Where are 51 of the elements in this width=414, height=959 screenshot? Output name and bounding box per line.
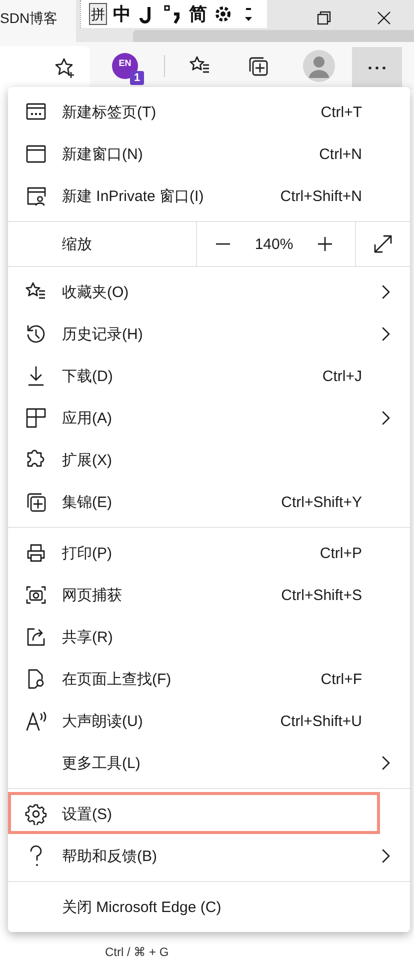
page-text: Ctrl / ⌘ + G bbox=[105, 945, 169, 959]
ime-button[interactable]: 中 bbox=[113, 4, 131, 24]
menu-item[interactable]: 大声朗读(U) Ctrl+Shift+U bbox=[8, 700, 410, 742]
menu-item[interactable]: 帮助和反馈(B) bbox=[8, 835, 410, 877]
gear-icon[interactable] bbox=[213, 4, 233, 24]
menu-item[interactable]: 集锦(E) Ctrl+Shift+Y bbox=[8, 481, 410, 523]
fullscreen-icon[interactable] bbox=[372, 233, 394, 255]
chevron-icon bbox=[381, 326, 391, 342]
camera-icon bbox=[25, 584, 47, 606]
chevron-icon bbox=[381, 284, 391, 300]
apps-icon bbox=[25, 407, 47, 429]
settings-icon bbox=[25, 803, 47, 825]
zoom-label: 缩放 bbox=[62, 234, 93, 254]
menu-item[interactable]: 下载(D) Ctrl+J bbox=[8, 355, 410, 397]
history-icon bbox=[25, 323, 47, 345]
avatar-icon[interactable] bbox=[303, 50, 335, 82]
printer-icon bbox=[25, 542, 47, 564]
window-icon bbox=[25, 143, 47, 165]
menu-item[interactable]: 历史记录(H) bbox=[8, 313, 410, 355]
menu-item[interactable]: 设置(S) bbox=[8, 793, 410, 835]
address-bar[interactable] bbox=[0, 46, 90, 90]
star-add-icon[interactable] bbox=[54, 57, 76, 79]
more-icon bbox=[367, 65, 387, 71]
share-icon bbox=[25, 626, 47, 648]
collections-icon[interactable] bbox=[247, 55, 269, 77]
ime-button[interactable]: 简 bbox=[189, 4, 207, 24]
chevron-icon bbox=[381, 755, 391, 771]
private-window-icon bbox=[25, 185, 47, 207]
close-icon[interactable] bbox=[377, 11, 391, 25]
menu-item[interactable]: 关闭 Microsoft Edge (C) bbox=[8, 886, 410, 928]
ime-button[interactable]: 拼 bbox=[89, 3, 107, 25]
menu-item[interactable]: 收藏夹(O) bbox=[8, 271, 410, 313]
menu-item[interactable]: 新建 InPrivate 窗口(I) Ctrl+Shift+N bbox=[8, 175, 410, 217]
chevron-icon bbox=[381, 410, 391, 426]
plus-icon[interactable] bbox=[317, 236, 333, 252]
browser-tab[interactable]: SDN博客 bbox=[0, 0, 76, 42]
menu-item[interactable]: 在页面上查找(F) Ctrl+F bbox=[8, 658, 410, 700]
menu-item[interactable]: 新建窗口(N) Ctrl+N bbox=[8, 133, 410, 175]
menu-item[interactable]: 新建标签页(T) Ctrl+T bbox=[8, 91, 410, 133]
chevron-icon bbox=[381, 848, 391, 864]
menu-item[interactable]: 网页捕获 Ctrl+Shift+S bbox=[8, 574, 410, 616]
menu-item[interactable]: 应用(A) bbox=[8, 397, 410, 439]
count-badge: 1 bbox=[130, 71, 144, 85]
zoom-level: 140% bbox=[254, 236, 294, 252]
menu-item[interactable]: 打印(P) Ctrl+P bbox=[8, 532, 410, 574]
collections-icon bbox=[25, 491, 47, 513]
menu-item[interactable]: 更多工具(L) bbox=[8, 742, 410, 784]
menu-item[interactable]: 扩展(X) bbox=[8, 439, 410, 481]
menu-item[interactable]: 共享(R) bbox=[8, 616, 410, 658]
read-aloud-icon bbox=[25, 710, 47, 732]
restore-icon[interactable] bbox=[317, 11, 331, 25]
